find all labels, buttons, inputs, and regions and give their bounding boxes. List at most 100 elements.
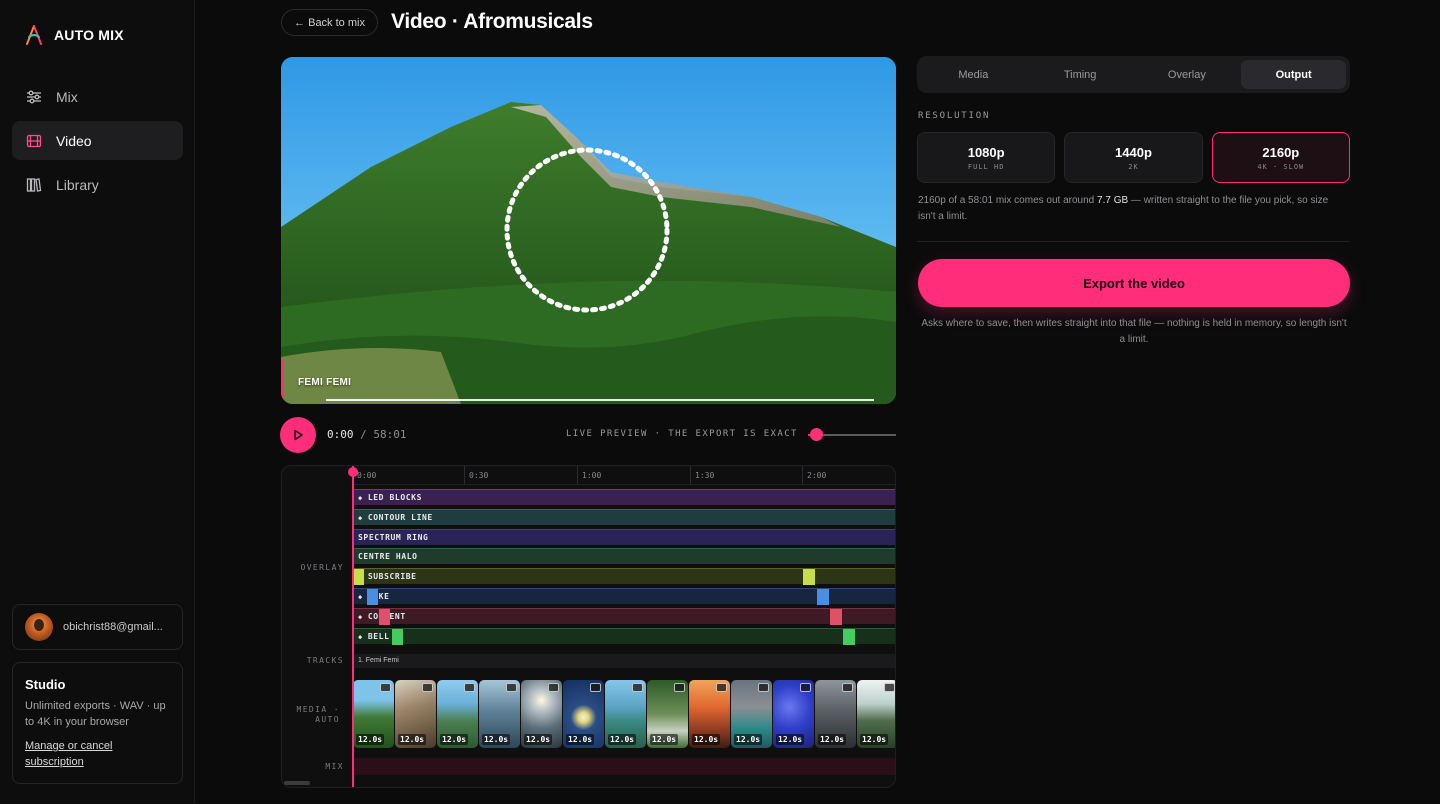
like-marker[interactable]	[817, 589, 829, 605]
volume-slider-handle[interactable]	[810, 428, 823, 441]
overlay-label: CENTRE HALO	[358, 552, 418, 561]
media-clip[interactable]: 12.0s	[353, 680, 394, 748]
overlay-row-comment[interactable]: ◆COMMENT	[353, 608, 895, 625]
sidebar-item-video[interactable]: Video	[12, 121, 183, 160]
media-clip[interactable]: 12.0s	[395, 680, 436, 748]
playhead-handle[interactable]	[348, 467, 358, 477]
overlay-row-led-blocks[interactable]: ◆ LED BLOCKS	[353, 489, 895, 505]
note-text: 2160p of a 58:01 mix comes out around	[918, 195, 1098, 206]
clip-badge-icon	[464, 683, 475, 692]
media-clip[interactable]: 12.0s	[815, 680, 856, 748]
mix-row[interactable]	[353, 758, 895, 775]
back-to-mix-button[interactable]: ← Back to mix	[281, 9, 378, 36]
clip-badge-icon	[380, 683, 391, 692]
clip-duration: 12.0s	[398, 734, 427, 745]
clip-duration: 12.0s	[440, 734, 469, 745]
clip-duration: 12.0s	[734, 734, 763, 745]
overlay-section-label: OVERLAY	[300, 563, 344, 572]
resolution-2160p[interactable]: 2160p 4K · SLOW	[1211, 132, 1350, 183]
clip-badge-icon	[422, 683, 433, 692]
media-clip[interactable]: 12.0s	[521, 680, 562, 748]
sidebar-item-label: Video	[56, 132, 92, 149]
clip-duration: 12.0s	[692, 734, 721, 745]
user-email: obichrist88@gmail...	[63, 621, 163, 633]
media-clips: 12.0s 12.0s 12.0s 12.0s 12.0s 12.0s 12.0…	[353, 680, 895, 748]
resolution-options: 1080p FULL HD 1440p 2K 2160p 4K · SLOW	[917, 132, 1350, 183]
media-clip[interactable]: 12.0s	[857, 680, 895, 748]
estimated-size: 7.7 GB	[1097, 195, 1129, 206]
media-clip[interactable]: 12.0s	[689, 680, 730, 748]
brand[interactable]: AUTO MIX	[24, 24, 124, 46]
clip-badge-icon	[716, 683, 727, 692]
clip-duration: 12.0s	[482, 734, 511, 745]
media-clip[interactable]: 12.0s	[437, 680, 478, 748]
keyframe-diamond-icon: ◆	[358, 612, 363, 621]
tracks-section-label: TRACKS	[306, 656, 344, 665]
overlay-row-bell[interactable]: ◆ BELL	[353, 628, 895, 645]
time-separator: /	[360, 428, 367, 441]
current-time: 0:00	[327, 428, 354, 441]
tracks-row[interactable]: 1. Femi Femi	[353, 654, 895, 668]
overlay-row-centre-halo[interactable]: CENTRE HALO	[353, 548, 895, 564]
ruler-tick: 2:00	[802, 466, 826, 485]
clip-duration: 12.0s	[524, 734, 553, 745]
media-section-label: MEDIA · AUTO	[296, 705, 340, 724]
comment-marker[interactable]	[830, 609, 842, 625]
time-readout: 0:00 / 58:01	[327, 428, 407, 441]
preview-scene	[281, 57, 896, 404]
resolution-label: RESOLUTION	[918, 111, 991, 121]
resolution-note: 2160p of a 58:01 mix comes out around 7.…	[918, 193, 1343, 225]
user-account[interactable]: obichrist88@gmail...	[12, 604, 183, 650]
ruler-tick: 0:30	[464, 466, 488, 485]
like-start-marker[interactable]	[367, 589, 378, 605]
resolution-1440p[interactable]: 1440p 2K	[1064, 132, 1203, 183]
overlay-row-contour-line[interactable]: ◆ CONTOUR LINE	[353, 509, 895, 525]
timeline-ruler[interactable]: 0:00 0:30 1:00 1:30 2:00	[352, 466, 895, 485]
resolution-1080p[interactable]: 1080p FULL HD	[917, 132, 1056, 183]
timeline-scrollbar[interactable]	[284, 781, 310, 785]
preview-progress	[326, 399, 874, 401]
tab-output[interactable]: Output	[1241, 60, 1346, 89]
preview-accent-bar	[281, 360, 284, 404]
tab-timing[interactable]: Timing	[1028, 60, 1133, 89]
subscribe-marker[interactable]	[803, 569, 815, 585]
playhead	[352, 466, 354, 787]
bell-marker[interactable]	[843, 629, 855, 645]
manage-subscription-link[interactable]: Manage or cancel subscription	[25, 738, 170, 770]
overlay-row-spectrum-ring[interactable]: SPECTRUM RING	[353, 529, 895, 545]
keyframe-diamond-icon: ◆	[358, 592, 363, 601]
overlay-label: SPECTRUM RING	[358, 533, 429, 542]
overlay-label: SUBSCRIBE	[367, 572, 417, 581]
clip-badge-icon	[674, 683, 685, 692]
bell-start-marker[interactable]	[392, 629, 403, 645]
total-duration: 58:01	[373, 428, 407, 441]
volume-slider-track[interactable]	[815, 434, 896, 436]
comment-start-marker[interactable]	[379, 609, 390, 625]
overlay-row-like[interactable]: ◆ LIKE	[353, 588, 895, 605]
media-clip[interactable]: 12.0s	[563, 680, 604, 748]
plan-card: Studio Unlimited exports · WAV · up to 4…	[12, 662, 183, 784]
media-clip[interactable]: 12.0s	[605, 680, 646, 748]
brand-name: AUTO MIX	[54, 27, 124, 43]
media-clip[interactable]: 12.0s	[647, 680, 688, 748]
clip-badge-icon	[632, 683, 643, 692]
tab-overlay[interactable]: Overlay	[1135, 60, 1240, 89]
sidebar-item-mix[interactable]: Mix	[12, 77, 183, 116]
page-title: Video · Afromusicals	[391, 10, 593, 33]
video-preview[interactable]: FEMI FEMI	[281, 57, 896, 404]
sidebar-item-library[interactable]: Library	[12, 165, 183, 204]
overlay-label: LED BLOCKS	[367, 493, 422, 502]
play-button[interactable]	[280, 417, 316, 453]
overlay-row-subscribe[interactable]: ◆SUBSCRIBE	[353, 568, 895, 585]
keyframe-diamond-icon: ◆	[358, 513, 363, 522]
tab-media[interactable]: Media	[921, 60, 1026, 89]
export-video-button[interactable]: Export the video	[918, 259, 1350, 307]
sidebar: AUTO MIX Mix Video Library obichrist88@g…	[0, 0, 195, 804]
resolution-subtitle: FULL HD	[967, 162, 1005, 171]
media-clip[interactable]: 12.0s	[731, 680, 772, 748]
clip-duration: 12.0s	[650, 734, 679, 745]
media-clip[interactable]: 12.0s	[773, 680, 814, 748]
subscribe-start-marker[interactable]	[353, 569, 364, 585]
clip-duration: 12.0s	[818, 734, 847, 745]
media-clip[interactable]: 12.0s	[479, 680, 520, 748]
